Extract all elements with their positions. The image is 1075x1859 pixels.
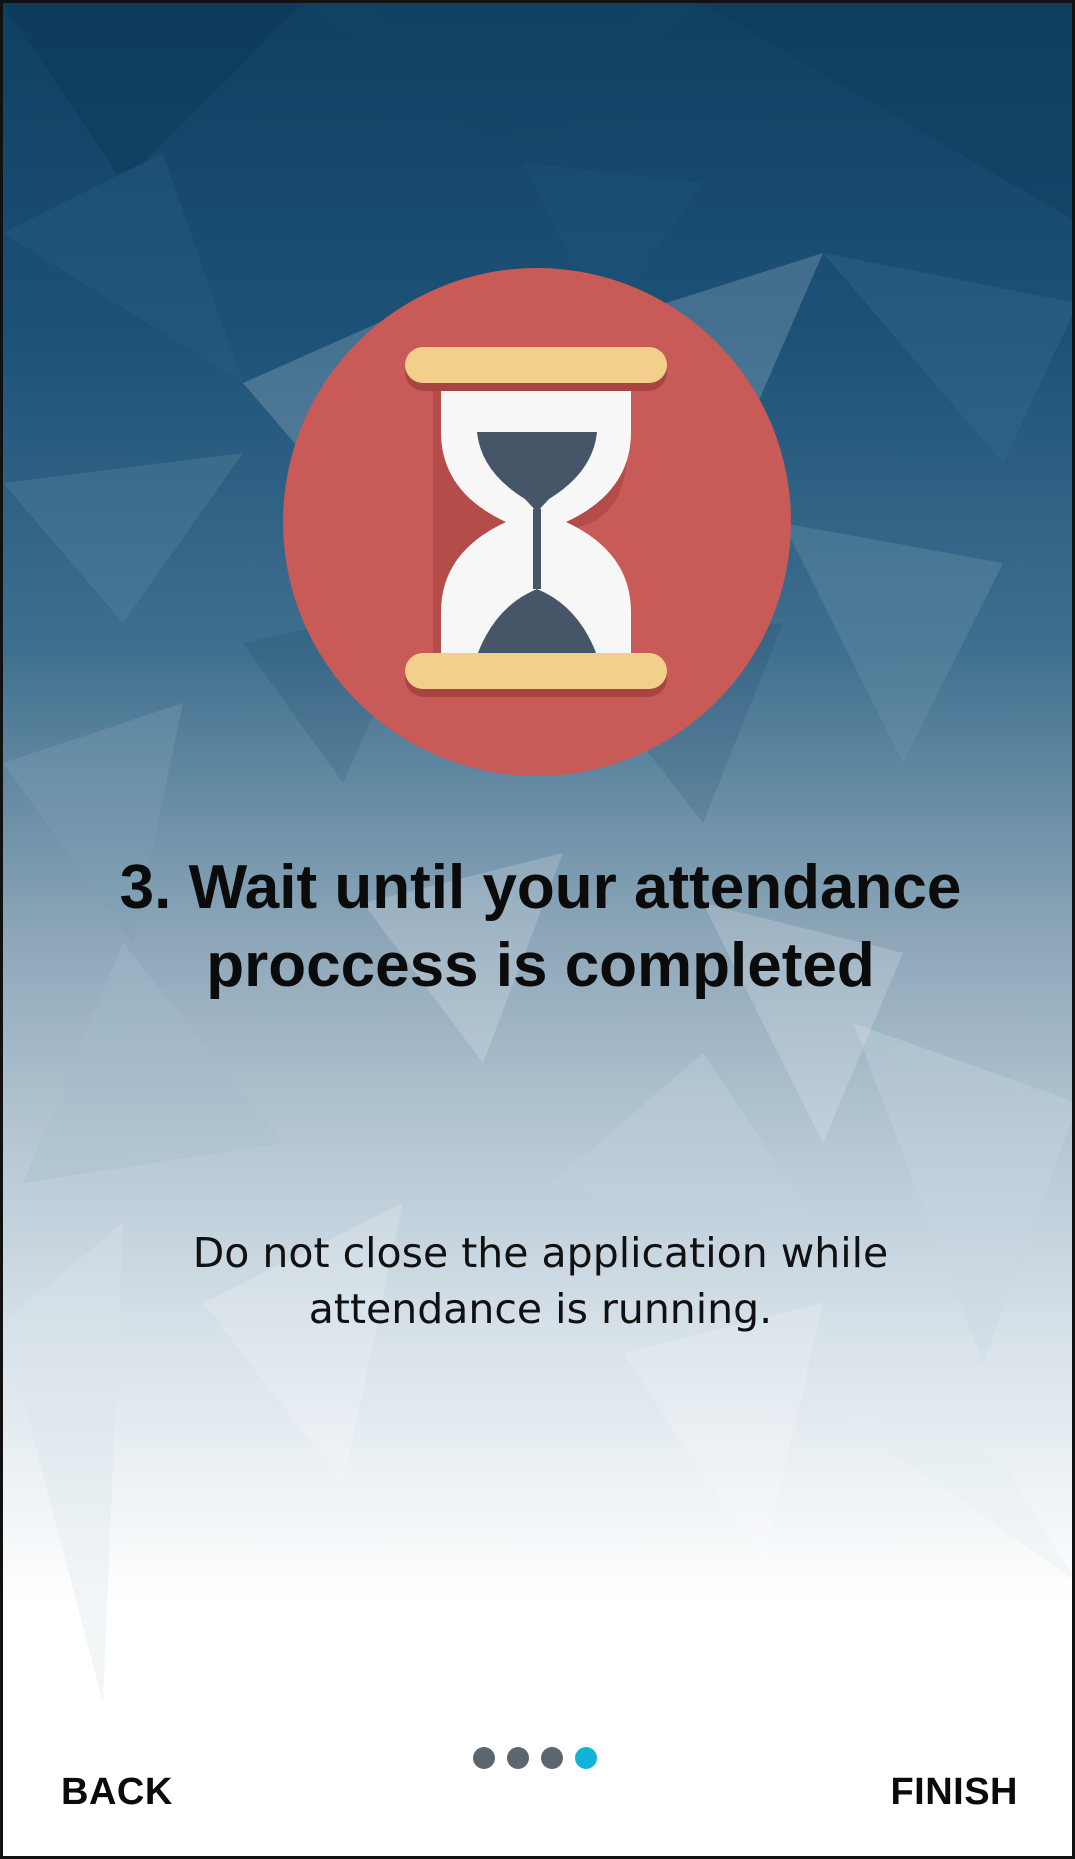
page-dot-1[interactable]: [473, 1747, 495, 1769]
page-dot-4-active[interactable]: [575, 1747, 597, 1769]
page-dot-2[interactable]: [507, 1747, 529, 1769]
page-dot-3[interactable]: [541, 1747, 563, 1769]
page-indicator: [473, 1747, 597, 1771]
finish-button[interactable]: FINISH: [886, 1765, 1022, 1820]
step-description: Do not close the application while atten…: [192, 1229, 889, 1333]
onboarding-screen: 3. Wait until your attendance proccess i…: [0, 0, 1075, 1859]
step-title: 3. Wait until your attendance proccess i…: [119, 853, 962, 1000]
hourglass-icon: [283, 268, 791, 776]
back-button[interactable]: BACK: [57, 1765, 177, 1820]
